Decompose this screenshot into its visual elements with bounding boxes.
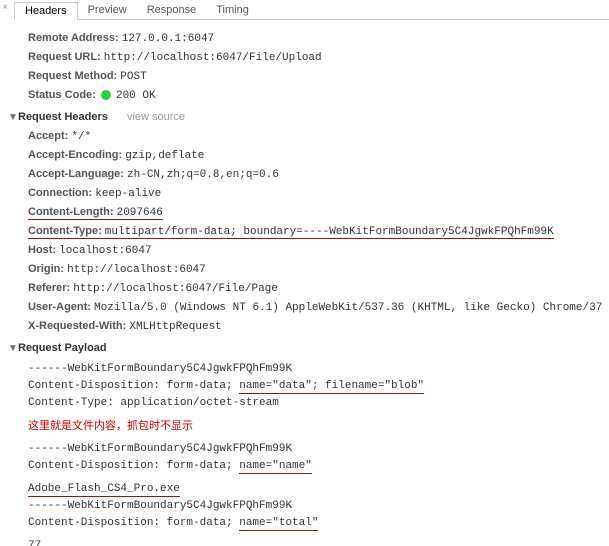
accept-language-value: zh-CN,zh;q=0.8,en;q=0.6 [127, 169, 279, 181]
origin-label: Origin: [28, 263, 64, 275]
disclosure-triangle-icon: ▼ [8, 340, 18, 358]
xrw-value: XMLHttpRequest [129, 321, 221, 333]
user-agent-value: Mozilla/5.0 (Windows NT 6.1) AppleWebKit… [94, 302, 602, 314]
host-label: Host: [28, 244, 56, 256]
xrw-label: X-Requested-With: [28, 320, 126, 332]
referer-value: http://localhost:6047/File/Page [73, 283, 278, 295]
status-code-value: 200 OK [116, 90, 156, 102]
boundary-line: ------WebKitFormBoundary5C4JgwkFPQhFm99K [28, 498, 609, 515]
accept-value: */* [71, 131, 91, 143]
content-disposition-prefix: Content-Disposition: form-data; [28, 380, 239, 392]
origin-value: http://localhost:6047 [67, 264, 206, 276]
tab-response[interactable]: Response [137, 2, 207, 19]
content-disposition-prefix: Content-Disposition: form-data; [28, 517, 239, 529]
content-type-line: Content-Type: application/octet-stream [28, 395, 609, 412]
boundary-line: ------WebKitFormBoundary5C4JgwkFPQhFm99K [28, 441, 609, 458]
content-length-label: Content-Length: [28, 206, 114, 218]
connection-label: Connection: [28, 187, 92, 199]
tabs-bar: Headers Preview Response Timing [14, 0, 609, 20]
status-code-label: Status Code: [28, 89, 96, 101]
request-url-value: http://localhost:6047/File/Upload [104, 52, 322, 64]
request-url-label: Request URL: [28, 51, 101, 63]
request-payload-section[interactable]: ▼Request Payload [8, 339, 609, 358]
annotation-note: 这里就是文件内容，抓包时不显示 [28, 418, 609, 435]
total-value: 77 [28, 540, 41, 546]
host-value: localhost:6047 [59, 245, 151, 257]
accept-label: Accept: [28, 130, 68, 142]
disclosure-triangle-icon: ▼ [8, 109, 18, 127]
content-disposition-data: name="data"; filename="blob" [239, 380, 424, 394]
content-disposition-name: name="name" [239, 460, 312, 474]
referer-label: Referer: [28, 282, 70, 294]
accept-encoding-label: Accept-Encoding: [28, 149, 122, 161]
request-headers-title: Request Headers [18, 111, 108, 123]
status-dot-icon [101, 90, 111, 100]
request-headers-list: Accept: */* Accept-Encoding: gzip,deflat… [20, 127, 609, 336]
boundary-line: ------WebKitFormBoundary5C4JgwkFPQhFm99K [28, 361, 609, 378]
accept-encoding-value: gzip,deflate [125, 150, 204, 162]
view-source-link[interactable]: view source [127, 111, 185, 123]
close-icon[interactable]: × [2, 4, 10, 12]
connection-value: keep-alive [95, 188, 161, 200]
tab-headers[interactable]: Headers [14, 2, 78, 20]
request-method-label: Request Method: [28, 70, 117, 82]
remote-address-label: Remote Address: [28, 32, 119, 44]
content-disposition-prefix: Content-Disposition: form-data; [28, 460, 239, 472]
headers-content: Remote Address: 127.0.0.1:6047 Request U… [0, 20, 609, 546]
tab-timing[interactable]: Timing [206, 2, 259, 19]
accept-language-label: Accept-Language: [28, 168, 124, 180]
user-agent-label: User-Agent: [28, 301, 91, 313]
content-type-label: Content-Type: [28, 225, 102, 237]
filename-value: Adobe_Flash_CS4_Pro.exe [28, 483, 180, 497]
content-length-value: 2097646 [117, 207, 163, 219]
request-method-value: POST [120, 71, 146, 83]
tab-preview[interactable]: Preview [78, 2, 137, 19]
content-disposition-total: name="total" [239, 517, 318, 531]
request-headers-section[interactable]: ▼Request Headers view source [8, 108, 609, 127]
remote-address-value: 127.0.0.1:6047 [122, 33, 214, 45]
payload-body: ------WebKitFormBoundary5C4JgwkFPQhFm99K… [20, 361, 609, 546]
content-type-value: multipart/form-data; boundary=----WebKit… [105, 226, 554, 238]
general-section: Remote Address: 127.0.0.1:6047 Request U… [20, 29, 609, 105]
request-payload-title: Request Payload [18, 342, 107, 354]
